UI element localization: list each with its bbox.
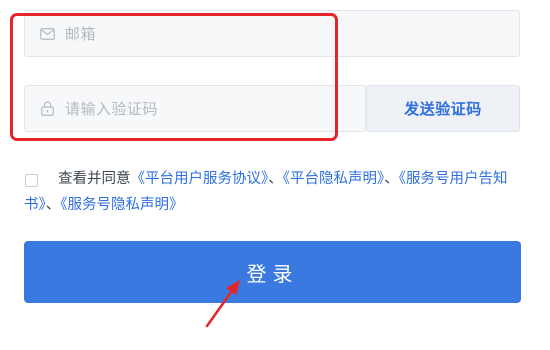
login-form: 邮箱 请输入验证码 发送验证码 查看并同意《平台用户服务协议》、《平台隐私声明》… — [0, 0, 550, 350]
arrow-icon — [205, 280, 240, 328]
